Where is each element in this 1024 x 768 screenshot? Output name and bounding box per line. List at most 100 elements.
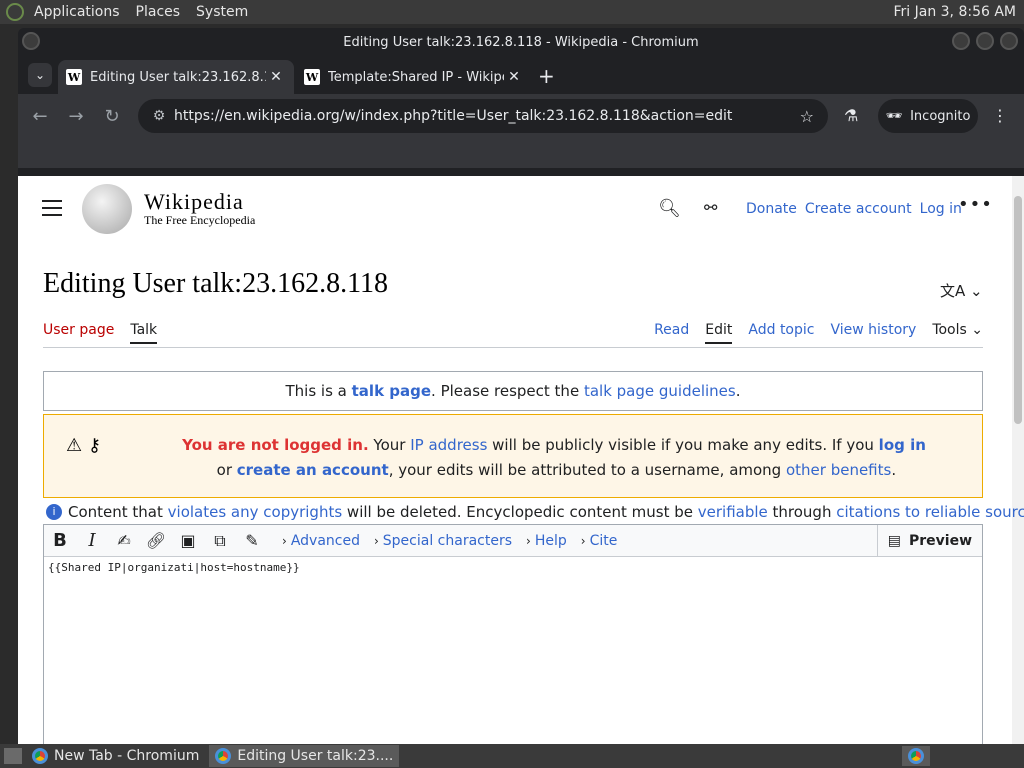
browser-menu-icon[interactable]: ⋮ (992, 106, 1008, 125)
create-account-link[interactable]: Create account (805, 201, 912, 217)
search-icon[interactable]: 🔍︎ (658, 198, 681, 219)
desktop-taskbar: New Tab - Chromium Editing User talk:23.… (0, 744, 1024, 768)
back-arrow-icon[interactable]: ← (22, 106, 58, 127)
workspace-switcher[interactable] (902, 746, 930, 766)
talk-page-link[interactable]: talk page (352, 382, 431, 400)
language-selector-icon[interactable]: 文A ⌄ (940, 280, 983, 301)
taskbar-item-label: New Tab - Chromium (54, 748, 200, 764)
tab-talk[interactable]: Talk (130, 322, 158, 344)
wikipedia-wordmark[interactable]: Wikipedia The Free Encyclopedia (144, 189, 255, 228)
editor-toolbar: B I ✍ 🔗︎ ▣ ⧉ ✎ › Advanced › Special charac… (44, 525, 982, 557)
taskbar-item-editing[interactable]: Editing User talk:23.... (209, 745, 400, 767)
tab-template-shared-ip[interactable]: W Template:Shared IP - Wikipe ✕ (296, 60, 532, 94)
preview-label: Preview (908, 532, 972, 549)
window-menu-button[interactable] (22, 32, 40, 50)
page-tabs: User page Talk Read Edit Add topic View … (43, 322, 983, 348)
chevron-right-icon: › (282, 533, 287, 548)
cite-group[interactable]: › Cite (581, 533, 618, 549)
log-in-link[interactable]: Log in (920, 201, 962, 217)
bold-icon[interactable]: B (44, 530, 76, 551)
window-titlebar[interactable]: Editing User talk:23.162.8.118 - Wikiped… (18, 28, 1024, 56)
help-group[interactable]: › Help (526, 533, 567, 549)
minimize-button[interactable] (952, 32, 970, 50)
tab-view-history[interactable]: View history (830, 322, 916, 344)
reliable-sources-link[interactable]: citations to reliable sources (836, 503, 1024, 521)
tab-edit[interactable]: Edit (705, 322, 733, 344)
url-text[interactable]: https://en.wikipedia.org/w/index.php?tit… (174, 108, 732, 124)
template-puzzle-icon[interactable]: ⧉ (204, 531, 236, 551)
italic-icon[interactable]: I (76, 530, 108, 551)
tools-dropdown[interactable]: Tools ⌄ (932, 322, 983, 344)
special-characters-label: Special characters (382, 532, 513, 549)
info-icon: i (46, 504, 62, 520)
talk-page-guidelines-link[interactable]: talk page guidelines (584, 382, 736, 400)
show-desktop-icon[interactable] (4, 748, 22, 764)
tab-title: Template:Shared IP - Wikipe (328, 69, 504, 85)
chevron-right-icon: › (580, 533, 586, 548)
not-logged-in-warning: ⚠ ⚷ You are not logged in. Your IP addre… (43, 414, 983, 498)
link-icon[interactable]: 🔗︎ (140, 531, 172, 550)
places-menu[interactable]: Places (136, 4, 181, 20)
maximize-button[interactable] (976, 32, 994, 50)
forward-arrow-icon[interactable]: → (58, 106, 94, 127)
tab-search-button[interactable]: ⌄ (28, 63, 52, 87)
tab-close-icon[interactable]: ✕ (266, 69, 286, 85)
chevron-right-icon: › (373, 533, 379, 548)
warning-text: will be publicly visible if you make any… (487, 436, 879, 454)
verifiable-link[interactable]: verifiable (698, 503, 768, 521)
preview-button[interactable]: ▤ Preview (876, 525, 982, 556)
reload-icon[interactable]: ↻ (94, 106, 130, 127)
new-tab-plus-icon[interactable]: + (538, 64, 555, 88)
other-benefits-link[interactable]: other benefits (786, 461, 891, 479)
page-scrollbar[interactable] (1012, 176, 1024, 744)
create-account-link[interactable]: create an account (237, 461, 389, 479)
tab-user-page[interactable]: User page (43, 322, 114, 344)
scrollbar-thumb[interactable] (1014, 196, 1022, 424)
log-in-link[interactable]: log in (879, 436, 926, 454)
main-menu-icon[interactable] (42, 200, 62, 216)
incognito-icon: 🕶 (885, 108, 903, 124)
image-icon[interactable]: ▣ (172, 531, 204, 550)
donate-link[interactable]: Donate (746, 201, 797, 217)
incognito-badge[interactable]: 🕶 Incognito (878, 99, 978, 133)
tab-title: Editing User talk:23.162.8.118 (90, 69, 266, 85)
labs-flask-icon[interactable]: ⚗ (844, 106, 858, 125)
document-icon: ▤ (887, 532, 901, 549)
warning-text: , your edits will be attributed to a use… (388, 461, 786, 479)
distro-logo-icon[interactable] (6, 3, 24, 21)
wikipedia-globe-logo[interactable] (82, 184, 132, 234)
site-info-icon[interactable]: ⚙ (144, 108, 174, 124)
warning-text: Your (368, 436, 411, 454)
wikipedia-favicon-icon: W (304, 69, 320, 85)
bookmark-bar (18, 138, 1024, 168)
address-bar[interactable]: ⚙ https://en.wikipedia.org/w/index.php?t… (138, 99, 828, 133)
applications-menu[interactable]: Applications (34, 4, 120, 20)
tab-close-icon[interactable]: ✕ (504, 69, 524, 85)
page-title: Editing User talk:23.162.8.118 (43, 268, 389, 299)
tab-read[interactable]: Read (654, 322, 689, 344)
wikipedia-favicon-icon: W (66, 69, 82, 85)
wikipedia-header: Wikipedia The Free Encyclopedia 🔍︎ ⚯ Don… (18, 176, 1012, 242)
close-window-button[interactable] (1000, 32, 1018, 50)
taskbar-item-label: Editing User talk:23.... (237, 748, 394, 764)
taskbar-item-new-tab[interactable]: New Tab - Chromium (26, 745, 205, 767)
chromium-icon (32, 748, 48, 764)
special-characters-group[interactable]: › Special characters (374, 533, 512, 549)
tab-editing-user-talk[interactable]: W Editing User talk:23.162.8.118 ✕ (58, 60, 294, 94)
ip-address-link[interactable]: IP address (410, 436, 487, 454)
appearance-glasses-icon[interactable]: ⚯ (704, 198, 717, 217)
clock[interactable]: Fri Jan 3, 8:56 AM (893, 4, 1016, 20)
tab-add-topic[interactable]: Add topic (748, 322, 814, 344)
system-menu[interactable]: System (196, 4, 248, 20)
pencil-icon[interactable]: ✎ (236, 531, 268, 550)
browser-window: Editing User talk:23.162.8.118 - Wikiped… (18, 28, 1024, 744)
bookmark-star-icon[interactable]: ☆ (800, 107, 814, 126)
not-logged-in-text: You are not logged in. (182, 436, 369, 454)
more-options-icon[interactable]: ••• (958, 194, 993, 215)
signature-icon[interactable]: ✍ (108, 531, 140, 550)
web-page: Wikipedia The Free Encyclopedia 🔍︎ ⚯ Don… (18, 176, 1024, 744)
wikitext-textarea[interactable]: {{Shared IP|organizati|host=hostname}} (44, 557, 982, 578)
advanced-group[interactable]: › Advanced (282, 533, 360, 549)
violates-copyrights-link[interactable]: violates any copyrights (168, 503, 343, 521)
help-label: Help (534, 532, 567, 549)
